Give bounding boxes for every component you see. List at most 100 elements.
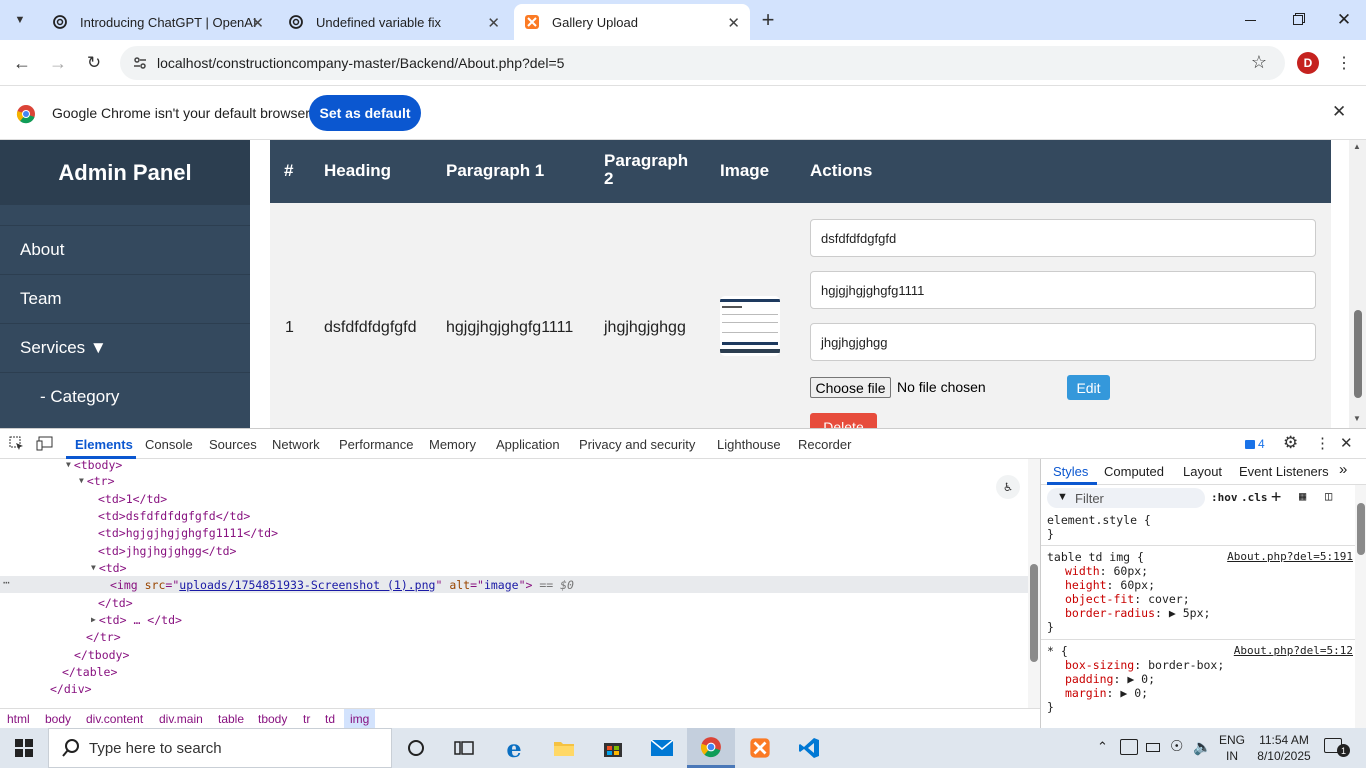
input-language[interactable]: ENG IN [1217,732,1247,764]
site-info-icon[interactable] [132,55,148,71]
styles-tab-computed[interactable]: Computed [1104,464,1164,479]
dom-node[interactable]: </td> [98,594,133,611]
forward-button[interactable]: → [46,51,70,75]
close-infobar-icon[interactable]: ✕ [1332,102,1346,122]
close-devtools-icon[interactable]: ✕ [1340,434,1353,452]
style-property[interactable]: height: 60px; [1065,578,1353,592]
paragraph1-input[interactable]: hgjgjhgjghgfg1111 [810,271,1316,309]
wifi-icon[interactable]: ☉ [1170,737,1183,755]
action-center-button[interactable]: 1 [1320,736,1350,760]
profile-avatar[interactable]: D [1297,52,1319,74]
rule-source-link[interactable]: About.php?del=5:191 [1227,550,1353,564]
breadcrumb-item[interactable]: body [45,712,71,726]
scroll-thumb[interactable] [1354,310,1362,398]
devtools-tab-memory[interactable]: Memory [429,437,476,452]
style-property[interactable]: padding: ▶ 0; [1065,672,1353,686]
delete-button[interactable]: Delete [810,413,877,428]
settings-gear-icon[interactable]: ⚙ [1283,433,1298,453]
address-bar[interactable]: localhost/constructioncompany-master/Bac… [120,46,1285,80]
scroll-thumb[interactable] [1030,564,1038,662]
close-tab-icon[interactable]: ✕ [487,14,500,32]
scroll-thumb[interactable] [1357,503,1365,555]
breadcrumb-item[interactable]: div.main [159,712,203,726]
dom-node[interactable]: ▶ <td> … </td> [91,611,182,628]
tab-undefined-variable[interactable]: Undefined variable fix ✕ [278,4,510,40]
styles-scrollbar[interactable] [1355,485,1366,729]
heading-input[interactable]: dsfdfdfdgfgfd [810,219,1316,257]
paint-icon[interactable]: ▦ [1299,489,1306,503]
breadcrumb-item[interactable]: html [7,712,30,726]
cls-toggle[interactable]: .cls [1241,491,1268,504]
style-property[interactable]: width: 60px; [1065,564,1353,578]
devtools-tab-performance[interactable]: Performance [339,437,413,452]
minimize-button[interactable] [1230,6,1270,34]
dom-node[interactable]: <td>hgjgjhgjghgfg1111</td> [98,524,278,541]
hov-toggle[interactable]: :hov [1211,491,1238,504]
devtools-tab-elements[interactable]: Elements [75,437,133,452]
style-property[interactable]: margin: ▶ 0; [1065,686,1353,700]
dom-node-img[interactable]: <img src =" uploads/1754851933-Screenshot … [110,576,574,593]
taskbar-chrome[interactable] [687,728,735,768]
dom-node[interactable]: <td>1</td> [98,490,167,507]
dom-node[interactable]: </div> [50,680,92,697]
edit-button[interactable]: Edit [1067,375,1110,400]
dom-node[interactable]: ▼ <td> [91,559,127,576]
devtools-tab-sources[interactable]: Sources [209,437,257,452]
inspect-element-icon[interactable] [9,436,24,451]
tab-gallery-upload[interactable]: Gallery Upload ✕ [514,4,750,40]
styles-filter[interactable]: ▼ Filter [1047,488,1205,508]
close-window-button[interactable]: ✕ [1324,6,1364,34]
node-actions-icon[interactable]: ⋯ [3,576,10,589]
devtools-tab-network[interactable]: Network [272,437,320,452]
network-card-icon[interactable] [1120,739,1138,755]
taskbar-search[interactable]: Type here to search [48,728,392,768]
close-tab-icon[interactable]: ✕ [727,14,740,32]
tab-chatgpt[interactable]: Introducing ChatGPT | OpenAI ✕ [42,4,274,40]
breadcrumb-item-active[interactable]: img [344,709,376,729]
breadcrumb-item[interactable]: tr [303,712,310,726]
dom-node[interactable]: </table> [62,663,117,680]
elements-scrollbar[interactable] [1028,459,1040,709]
devtools-tab-application[interactable]: Application [496,437,560,452]
devtools-tab-console[interactable]: Console [145,437,193,452]
taskbar-store[interactable] [589,728,637,768]
reload-button[interactable]: ↻ [82,51,106,75]
taskbar-file-explorer[interactable] [540,728,588,768]
new-rule-icon[interactable]: + [1271,487,1281,507]
new-tab-button[interactable]: + [756,6,780,34]
taskbar-xampp[interactable] [736,728,784,768]
style-property[interactable]: border-radius: ▶ 5px; [1065,606,1353,620]
sidebar-item-about[interactable]: About [0,225,250,274]
styles-tab-event-listeners[interactable]: Event Listeners [1239,464,1329,479]
breadcrumb-item[interactable]: div.content [86,712,143,726]
rule-source-link[interactable]: About.php?del=5:12 [1234,644,1353,658]
paragraph2-input[interactable]: jhgjhgjghgg [810,323,1316,361]
dom-node[interactable]: </tbody> [74,646,129,663]
breadcrumb-item[interactable]: td [325,712,335,726]
page-scrollbar[interactable]: ▲ ▼ [1349,140,1366,428]
battery-icon[interactable] [1146,743,1160,752]
dom-node[interactable]: ▼ <tbody> [66,456,122,473]
cortana-button[interactable] [392,728,440,768]
style-property[interactable]: object-fit: cover; [1065,592,1353,606]
restore-button[interactable] [1278,6,1318,34]
chrome-menu-button[interactable]: ⋮ [1336,52,1352,74]
choose-file-button[interactable]: Choose file [810,377,891,398]
devtools-tab-privacy[interactable]: Privacy and security [579,437,695,452]
devtools-tab-recorder[interactable]: Recorder [798,437,851,452]
sidebar-item-category[interactable]: - Category [0,372,250,421]
styles-tab-layout[interactable]: Layout [1183,464,1222,479]
accessibility-tree-icon[interactable]: ♿ [996,475,1020,499]
tab-search-button[interactable]: ▼ [8,8,32,32]
styles-tab-styles[interactable]: Styles [1053,464,1088,479]
start-button[interactable] [0,728,48,768]
dom-node[interactable]: </tr> [86,628,121,645]
taskbar-vscode[interactable] [785,728,833,768]
close-tab-icon[interactable]: ✕ [251,14,264,32]
taskbar-edge[interactable]: e [490,728,538,768]
volume-icon[interactable]: 🔈 [1193,738,1212,756]
taskbar-mail[interactable] [638,728,686,768]
dom-node[interactable]: <td>jhgjhgjghgg</td> [98,542,236,559]
device-toolbar-icon[interactable] [36,436,53,451]
style-property[interactable]: box-sizing: border-box; [1065,658,1353,672]
